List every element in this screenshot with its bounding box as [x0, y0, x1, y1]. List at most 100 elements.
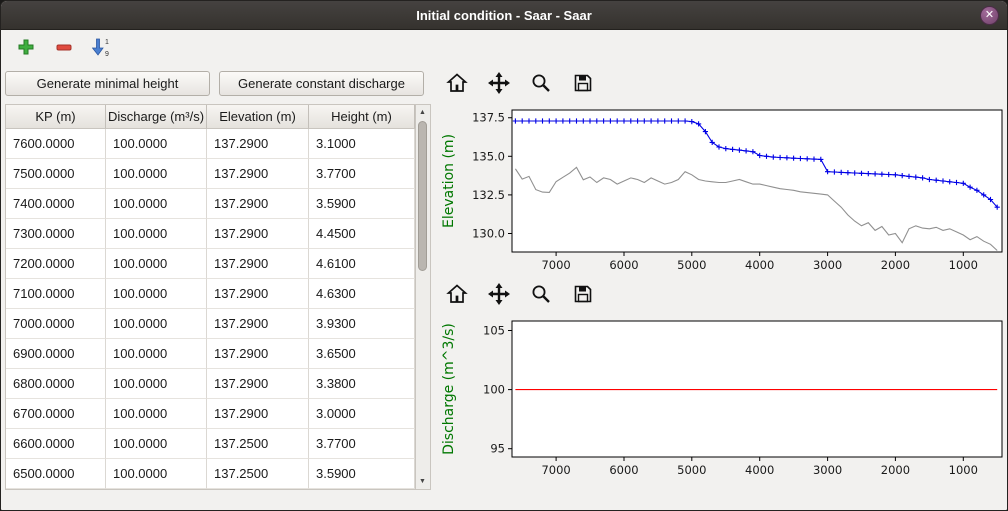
table-row: 7600.0000100.0000137.29003.1000	[6, 129, 415, 159]
table-cell[interactable]: 137.2500	[207, 429, 309, 459]
discharge-save-button[interactable]	[568, 281, 597, 310]
table-cell[interactable]: 137.2900	[207, 129, 309, 159]
table-cell[interactable]: 6900.0000	[6, 339, 106, 369]
table-cell[interactable]: 3.6500	[309, 339, 415, 369]
table-cell[interactable]: 7600.0000	[6, 129, 106, 159]
svg-text:2000: 2000	[881, 258, 910, 272]
table-cell[interactable]: 137.2900	[207, 339, 309, 369]
scrollbar-thumb[interactable]	[418, 121, 427, 271]
svg-text:Elevation (m): Elevation (m)	[441, 134, 457, 228]
column-header[interactable]: Elevation (m)	[207, 105, 309, 129]
table-cell[interactable]: 3.7700	[309, 159, 415, 189]
titlebar[interactable]: Initial condition - Saar - Saar ✕	[1, 1, 1007, 30]
add-icon	[17, 38, 35, 59]
left-panel: Generate minimal height Generate constan…	[1, 67, 431, 510]
app-window: Initial condition - Saar - Saar ✕ 1 9	[0, 0, 1008, 511]
table-cell[interactable]: 7400.0000	[6, 189, 106, 219]
table-cell[interactable]: 137.2900	[207, 309, 309, 339]
table-cell[interactable]: 7000.0000	[6, 309, 106, 339]
table-cell[interactable]: 3.5900	[309, 189, 415, 219]
elevation-zoom-button[interactable]	[526, 70, 555, 99]
generate-constant-discharge-button[interactable]: Generate constant discharge	[219, 71, 424, 96]
discharge-plot-toolbar	[438, 278, 1007, 313]
elevation-plot[interactable]: 7000600050004000300020001000130.0132.513…	[438, 102, 1006, 278]
table-row: 6700.0000100.0000137.29003.0000	[6, 399, 415, 429]
table-cell[interactable]: 100.0000	[106, 309, 207, 339]
svg-text:5000: 5000	[677, 258, 706, 272]
table-cell[interactable]: 100.0000	[106, 249, 207, 279]
table-cell[interactable]: 137.2900	[207, 369, 309, 399]
svg-text:105: 105	[483, 324, 505, 338]
table-cell[interactable]: 137.2900	[207, 219, 309, 249]
column-header[interactable]: Discharge (m³/s)	[106, 105, 207, 129]
table-cell[interactable]: 100.0000	[106, 339, 207, 369]
table-scrollbar[interactable]: ▲ ▼	[416, 104, 431, 490]
remove-row-button[interactable]	[51, 36, 77, 62]
svg-text:132.5: 132.5	[472, 188, 505, 202]
table-cell[interactable]: 3.9300	[309, 309, 415, 339]
elevation-plot-toolbar	[438, 67, 1007, 102]
table-cell[interactable]: 7500.0000	[6, 159, 106, 189]
table-row: 7100.0000100.0000137.29004.6300	[6, 279, 415, 309]
elevation-home-button[interactable]	[442, 70, 471, 99]
table-cell[interactable]: 3.1000	[309, 129, 415, 159]
svg-text:95: 95	[490, 442, 505, 456]
table-cell[interactable]: 137.2900	[207, 279, 309, 309]
table-cell[interactable]: 137.2500	[207, 459, 309, 489]
svg-text:135.0: 135.0	[472, 149, 505, 163]
table-row: 6500.0000100.0000137.25003.5900	[6, 459, 415, 489]
save-icon	[571, 71, 595, 98]
elevation-save-button[interactable]	[568, 70, 597, 99]
close-button[interactable]: ✕	[980, 6, 999, 25]
svg-text:1000: 1000	[949, 463, 978, 477]
table-cell[interactable]: 7100.0000	[6, 279, 106, 309]
table-cell[interactable]: 100.0000	[106, 429, 207, 459]
table-cell[interactable]: 100.0000	[106, 399, 207, 429]
svg-text:6000: 6000	[609, 258, 638, 272]
add-row-button[interactable]	[13, 36, 39, 62]
discharge-zoom-button[interactable]	[526, 281, 555, 310]
table-cell[interactable]: 137.2900	[207, 159, 309, 189]
table-cell[interactable]: 7300.0000	[6, 219, 106, 249]
table-cell[interactable]: 100.0000	[106, 279, 207, 309]
table-cell[interactable]: 4.4500	[309, 219, 415, 249]
table-cell[interactable]: 6600.0000	[6, 429, 106, 459]
discharge-home-button[interactable]	[442, 281, 471, 310]
table-cell[interactable]: 3.3800	[309, 369, 415, 399]
table-cell[interactable]: 6800.0000	[6, 369, 106, 399]
discharge-pan-button[interactable]	[484, 281, 513, 310]
scroll-up-arrow-icon[interactable]: ▲	[416, 106, 429, 119]
table-row: 7000.0000100.0000137.29003.9300	[6, 309, 415, 339]
table-header-row: KP (m)Discharge (m³/s)Elevation (m)Heigh…	[6, 105, 415, 129]
table-cell[interactable]: 6700.0000	[6, 399, 106, 429]
column-header[interactable]: Height (m)	[309, 105, 415, 129]
table-cell[interactable]: 3.7700	[309, 429, 415, 459]
table-cell[interactable]: 3.0000	[309, 399, 415, 429]
table-cell[interactable]: 100.0000	[106, 189, 207, 219]
table-cell[interactable]: 137.2900	[207, 189, 309, 219]
column-header[interactable]: KP (m)	[6, 105, 106, 129]
table-cell[interactable]: 7200.0000	[6, 249, 106, 279]
generate-minimal-height-button[interactable]: Generate minimal height	[5, 71, 210, 96]
svg-text:3000: 3000	[813, 258, 842, 272]
table-cell[interactable]: 100.0000	[106, 159, 207, 189]
elevation-pan-button[interactable]	[484, 70, 513, 99]
table-cell[interactable]: 137.2900	[207, 399, 309, 429]
table-cell[interactable]: 6500.0000	[6, 459, 106, 489]
svg-text:137.5: 137.5	[472, 111, 505, 125]
table-cell[interactable]: 3.5900	[309, 459, 415, 489]
table-cell[interactable]: 4.6100	[309, 249, 415, 279]
svg-text:2000: 2000	[881, 463, 910, 477]
table-cell[interactable]: 100.0000	[106, 459, 207, 489]
table-area: KP (m)Discharge (m³/s)Elevation (m)Heigh…	[5, 104, 431, 490]
table-cell[interactable]: 100.0000	[106, 369, 207, 399]
table-cell[interactable]: 4.6300	[309, 279, 415, 309]
table-cell[interactable]: 100.0000	[106, 219, 207, 249]
table-cell[interactable]: 100.0000	[106, 129, 207, 159]
scroll-down-arrow-icon[interactable]: ▼	[416, 475, 429, 488]
sort-button[interactable]: 1 9	[89, 36, 115, 62]
discharge-plot[interactable]: 700060005000400030002000100095100105Disc…	[438, 313, 1006, 483]
initial-condition-table: KP (m)Discharge (m³/s)Elevation (m)Heigh…	[5, 104, 416, 490]
generate-buttons-row: Generate minimal height Generate constan…	[5, 71, 431, 96]
table-cell[interactable]: 137.2900	[207, 249, 309, 279]
